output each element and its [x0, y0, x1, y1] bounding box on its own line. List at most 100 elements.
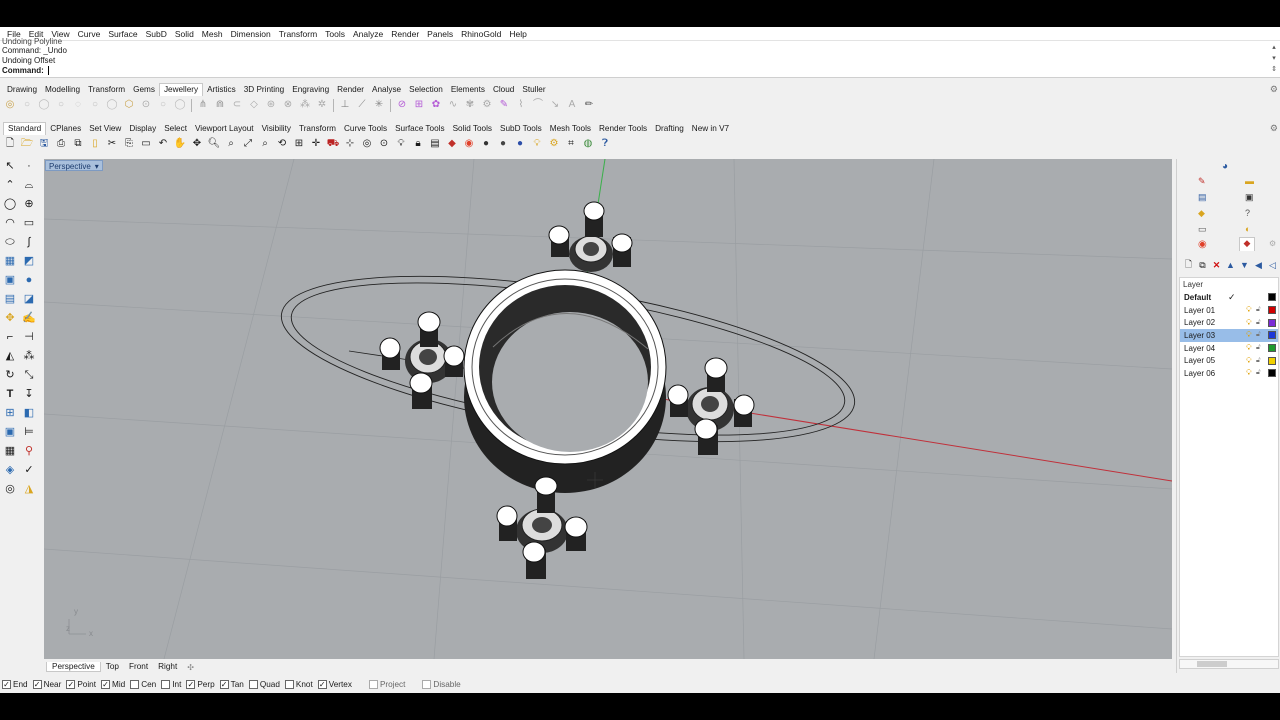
lock-icon[interactable]: 🔓︎: [1256, 369, 1261, 377]
analyze-icon[interactable]: ⚲: [22, 444, 36, 458]
layer-row-01[interactable]: Layer 01 💡︎ 🔓︎: [1180, 304, 1278, 317]
layer-color-swatch[interactable]: [1268, 356, 1276, 365]
shaded-sphere-icon[interactable]: ●: [479, 137, 493, 151]
display-tab-icon[interactable]: ▤: [1198, 192, 1207, 203]
expand-icon[interactable]: ⇕: [1269, 64, 1279, 76]
rope-icon[interactable]: ✲: [315, 98, 329, 112]
checkbox-mid[interactable]: ✓: [101, 679, 110, 689]
ring-icon[interactable]: ○: [156, 98, 170, 112]
chevron-down-icon[interactable]: ▾: [95, 161, 99, 171]
zoom-extents-icon[interactable]: ⤢: [241, 137, 255, 151]
lock-icon[interactable]: 🔓︎: [1256, 357, 1261, 365]
light-bulb-icon[interactable]: 💡︎: [1246, 330, 1252, 340]
light-bulb-icon[interactable]: 💡︎: [1246, 318, 1252, 328]
tab-render-tools[interactable]: Render Tools: [595, 124, 651, 133]
tab-transform[interactable]: Transform: [84, 85, 129, 94]
checkbox-int[interactable]: [161, 679, 171, 689]
tab-select[interactable]: Select: [160, 124, 191, 133]
menu-curve[interactable]: Curve: [74, 29, 105, 39]
tab-transform-rhino[interactable]: Transform: [295, 124, 340, 133]
ellipse-icon[interactable]: ⬭: [3, 235, 17, 249]
circle-icon[interactable]: ◯: [3, 197, 17, 211]
layer-color-swatch[interactable]: [1268, 331, 1276, 340]
libraries-tab-icon[interactable]: ▭: [1198, 224, 1207, 235]
ring-icon[interactable]: ◌: [71, 98, 85, 112]
ruler-icon[interactable]: ⊨: [22, 425, 36, 439]
tab-modelling[interactable]: Modelling: [41, 85, 84, 94]
array-icon[interactable]: ⊞: [3, 406, 17, 420]
osnap-icon[interactable]: ◎: [3, 482, 17, 496]
snap-quad[interactable]: Quad: [248, 679, 280, 689]
layer-row-06[interactable]: Layer 06 💡︎ 🔓︎: [1180, 367, 1278, 380]
ring-wizard-icon[interactable]: ◎: [3, 98, 17, 112]
select-arrow-icon[interactable]: ↖: [3, 159, 17, 173]
checkbox-end[interactable]: ✓: [2, 679, 11, 689]
checkbox-tan[interactable]: ✓: [219, 679, 229, 689]
pin-icon[interactable]: ↘: [548, 98, 562, 112]
rendered-tab-icon[interactable]: ▣: [1245, 192, 1254, 203]
mesh-icon[interactable]: ◭: [3, 349, 17, 363]
checkbox-vertex[interactable]: ✓: [317, 679, 327, 689]
save-icon[interactable]: 🖫: [37, 137, 51, 151]
tab-display[interactable]: Display: [125, 124, 160, 133]
new-file-icon[interactable]: 🗋: [3, 137, 17, 151]
snap-project[interactable]: Project: [368, 679, 405, 689]
tab-render[interactable]: Render: [333, 85, 368, 94]
zoom-selected-icon[interactable]: ⌕: [258, 137, 272, 151]
curve-points-icon[interactable]: ⌓: [22, 178, 36, 192]
lock-icon[interactable]: 🔓︎: [1256, 331, 1261, 339]
tab-new-in-v7[interactable]: New in V7: [688, 124, 733, 133]
settings-tab-icon[interactable]: ⚙: [1269, 239, 1276, 248]
checkbox-perp[interactable]: ✓: [186, 679, 196, 689]
filter-icon[interactable]: ◁: [1267, 260, 1278, 271]
brush-icon[interactable]: ✎: [497, 98, 511, 112]
light-bulb-icon[interactable]: 💡︎: [1246, 368, 1252, 378]
undo-view-icon[interactable]: ⟲: [275, 137, 289, 151]
add-viewport-icon[interactable]: ✣: [182, 662, 199, 672]
render-tool-icon[interactable]: ◮: [22, 482, 36, 496]
pearl-icon[interactable]: ⊙: [139, 98, 153, 112]
lock-icon[interactable]: 🔓︎: [1256, 344, 1261, 352]
menu-solid[interactable]: Solid: [171, 29, 198, 39]
tab-stuller[interactable]: Stuller: [518, 85, 549, 94]
ring-icon[interactable]: ○: [88, 98, 102, 112]
viewport-tab-right[interactable]: Right: [153, 662, 182, 671]
render-sphere-icon[interactable]: ●: [513, 137, 527, 151]
grid-snap-icon[interactable]: ⌗: [564, 137, 578, 151]
layer-color-swatch[interactable]: [1268, 306, 1276, 315]
layer-row-04[interactable]: Layer 04 💡︎ 🔓︎: [1180, 342, 1278, 355]
curve-icon[interactable]: ⌒: [531, 98, 545, 112]
gear-icon[interactable]: ⚙: [1270, 123, 1278, 134]
gear-shape-icon[interactable]: ⚙: [480, 98, 494, 112]
undo-icon[interactable]: ↶: [156, 137, 170, 151]
lamp-icon[interactable]: 💡︎: [530, 137, 544, 151]
ring-icon[interactable]: ○: [20, 98, 34, 112]
menu-surface[interactable]: Surface: [104, 29, 141, 39]
help-tab-icon[interactable]: ?: [1245, 208, 1250, 218]
tab-viewport-layout[interactable]: Viewport Layout: [191, 124, 258, 133]
circle-center-icon[interactable]: ⊕: [22, 197, 36, 211]
tab-engraving[interactable]: Engraving: [288, 85, 333, 94]
extrude-icon[interactable]: ▤: [3, 292, 17, 306]
layers-horizontal-scrollbar[interactable]: [1179, 659, 1279, 669]
command-prompt[interactable]: Command:: [2, 66, 50, 76]
help-icon[interactable]: ❓︎: [598, 137, 612, 151]
tab-jewellery[interactable]: Jewellery: [158, 83, 204, 96]
snap-disable[interactable]: Disable: [422, 679, 461, 689]
color-tab-icon[interactable]: ◉: [1198, 239, 1207, 250]
paste-icon[interactable]: ▭: [139, 137, 153, 151]
lock-icon[interactable]: 🔒︎: [411, 137, 425, 151]
menu-tools[interactable]: Tools: [321, 29, 349, 39]
ring-icon[interactable]: ◯: [105, 98, 119, 112]
layer-row-02[interactable]: Layer 02 💡︎ 🔓︎: [1180, 316, 1278, 329]
folder-tab-icon[interactable]: ▬: [1245, 176, 1254, 186]
import-icon[interactable]: ⧉: [71, 137, 85, 151]
move-icon[interactable]: ✛: [309, 137, 323, 151]
checkbox-project[interactable]: [368, 679, 378, 689]
rotate-icon[interactable]: ↻: [3, 368, 17, 382]
surface-edit-icon[interactable]: ◩: [22, 254, 36, 268]
menu-mesh[interactable]: Mesh: [198, 29, 227, 39]
light-bulb-icon[interactable]: 💡︎: [1246, 356, 1252, 366]
wire-icon[interactable]: ∿: [446, 98, 460, 112]
tab-set-view[interactable]: Set View: [85, 124, 125, 133]
